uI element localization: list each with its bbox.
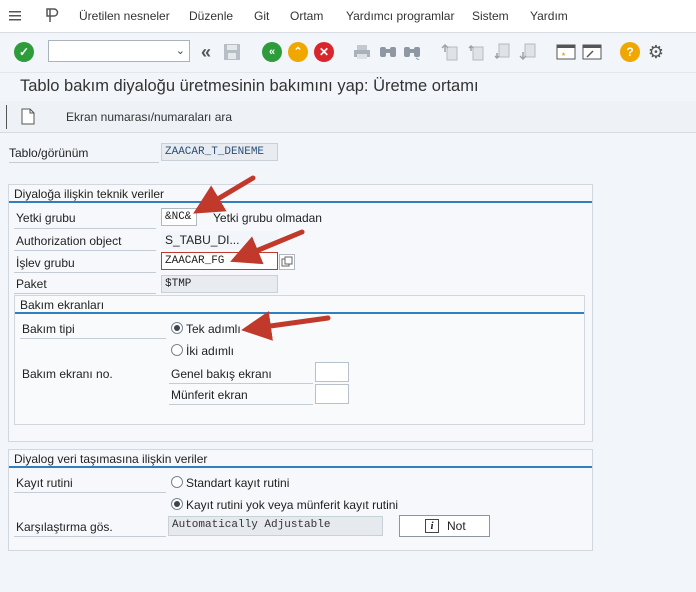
annotation-arrows (193, 175, 331, 341)
annotation-arrow (193, 175, 256, 214)
annotation-arrow (241, 311, 331, 341)
annotation-arrow (230, 229, 305, 265)
